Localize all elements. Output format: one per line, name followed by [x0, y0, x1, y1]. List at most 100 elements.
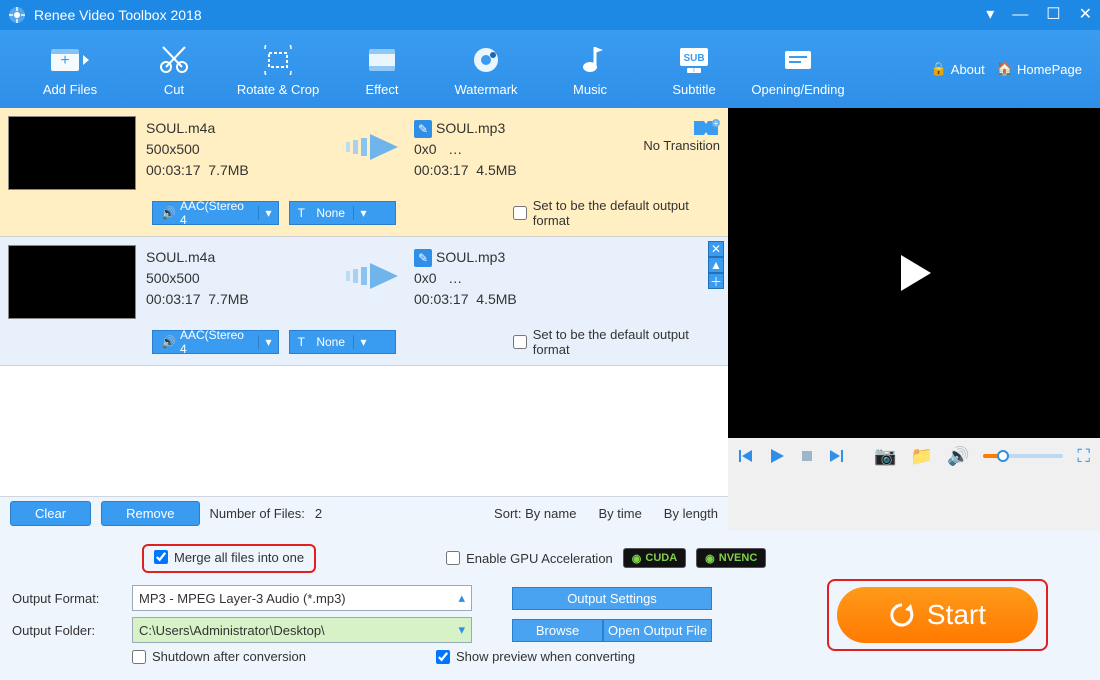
music-icon — [577, 42, 603, 78]
file-count-value: 2 — [315, 506, 322, 521]
homepage-link[interactable]: 🏠 HomePage — [997, 61, 1082, 77]
about-link[interactable]: 🔒 About — [931, 61, 985, 77]
subtitle-select[interactable]: T None ▾ — [289, 330, 396, 354]
output-folder-select[interactable]: C:\Users\Administrator\Desktop\ ▾ — [132, 617, 472, 643]
tool-music[interactable]: Music — [538, 42, 642, 97]
default-format-checkbox[interactable]: Set to be the default output format — [513, 327, 724, 357]
transition-column: ✕ ▲ ＋ — [600, 241, 724, 247]
list-footer: Clear Remove Number of Files: 2 Sort: By… — [0, 496, 728, 530]
show-preview-checkbox[interactable]: Show preview when converting — [436, 649, 635, 664]
tool-opening-ending[interactable]: Opening/Ending — [746, 42, 850, 97]
item-moveup-button[interactable]: ▲ — [708, 257, 724, 273]
tool-subtitle[interactable]: SUBT Subtitle — [642, 42, 746, 97]
merge-input[interactable] — [154, 550, 168, 564]
close-button[interactable]: ✕ — [1079, 7, 1092, 23]
open-output-file-button[interactable]: Open Output File — [603, 619, 712, 642]
add-files-icon: + — [49, 42, 91, 78]
tool-watermark[interactable]: Watermark — [434, 42, 538, 97]
input-resolution: 500x500 — [146, 139, 334, 160]
shutdown-input[interactable] — [132, 650, 146, 664]
app-window: Renee Video Toolbox 2018 ▾ — ☐ ✕ + Add F… — [0, 0, 1100, 680]
shutdown-label: Shutdown after conversion — [152, 649, 306, 664]
tool-cut[interactable]: Cut — [122, 42, 226, 97]
menu-dropdown-icon[interactable]: ▾ — [986, 7, 994, 23]
refresh-icon — [889, 602, 915, 628]
merge-highlight: Merge all files into one — [142, 544, 316, 574]
convert-arrow-icon — [340, 241, 408, 291]
edit-output-icon[interactable]: ✎ — [414, 120, 432, 138]
file-item[interactable]: SOUL.m4a 500x500 00:03:17 7.7MB ✎SOUL.mp… — [0, 108, 728, 237]
volume-slider[interactable] — [983, 454, 1063, 458]
cut-icon — [157, 42, 191, 78]
text-icon: T — [298, 335, 305, 349]
output-format-value: MP3 - MPEG Layer-3 Audio (*.mp3) — [139, 591, 346, 606]
sort-by-name[interactable]: By name — [525, 506, 576, 521]
clear-button[interactable]: Clear — [10, 501, 91, 526]
output-more[interactable]: … — [448, 270, 462, 286]
app-title: Renee Video Toolbox 2018 — [34, 7, 986, 23]
subtitle-icon: SUBT — [677, 42, 711, 78]
tool-effect[interactable]: Effect — [330, 42, 434, 97]
subtitle-value: None — [316, 206, 345, 220]
preview-video[interactable] — [728, 108, 1100, 438]
item-remove-button[interactable]: ✕ — [708, 241, 724, 257]
maximize-button[interactable]: ☐ — [1046, 7, 1060, 23]
output-size: 4.5MB — [476, 162, 516, 178]
open-folder-button[interactable]: 📁 — [911, 446, 933, 467]
merge-checkbox[interactable]: Merge all files into one — [154, 550, 304, 565]
output-filename: SOUL.mp3 — [436, 118, 505, 139]
audio-codec-select[interactable]: 🔊AAC(Stereo 4 ▾ — [152, 201, 279, 225]
transition-column: + No Transition — [600, 112, 724, 153]
volume-icon[interactable]: 🔊 — [947, 446, 969, 467]
watermark-icon — [469, 42, 503, 78]
window-controls: ▾ — ☐ ✕ — [986, 7, 1092, 23]
default-format-checkbox[interactable]: Set to be the default output format — [513, 198, 724, 228]
remove-button[interactable]: Remove — [101, 501, 199, 526]
browse-button[interactable]: Browse — [512, 619, 603, 642]
gpu-input[interactable] — [446, 551, 460, 565]
thumbnail — [8, 116, 136, 190]
item-add-button[interactable]: ＋ — [708, 273, 724, 289]
start-highlight: Start — [827, 579, 1048, 651]
input-filename: SOUL.m4a — [146, 247, 334, 268]
input-meta: SOUL.m4a 500x500 00:03:17 7.7MB — [146, 241, 334, 310]
gpu-checkbox[interactable]: Enable GPU Acceleration — [446, 551, 613, 566]
start-button[interactable]: Start — [837, 587, 1038, 643]
default-format-input[interactable] — [513, 206, 527, 220]
play-button[interactable] — [768, 447, 786, 465]
show-preview-input[interactable] — [436, 650, 450, 664]
output-more[interactable]: … — [448, 141, 462, 157]
audio-codec-select[interactable]: 🔊AAC(Stereo 4 ▾ — [152, 330, 279, 354]
edit-output-icon[interactable]: ✎ — [414, 249, 432, 267]
subtitle-select[interactable]: T None ▾ — [289, 201, 396, 225]
main-toolbar: + Add Files Cut Rotate & Crop Effect Wat… — [0, 30, 1100, 108]
minimize-button[interactable]: — — [1012, 7, 1028, 23]
file-item[interactable]: SOUL.m4a 500x500 00:03:17 7.7MB ✎SOUL.mp… — [0, 237, 728, 366]
tool-add-files[interactable]: + Add Files — [18, 42, 122, 97]
prev-button[interactable] — [738, 448, 754, 464]
stop-button[interactable] — [800, 449, 814, 463]
file-controls: 🔊AAC(Stereo 4 ▾ T None ▾ Set to be the d… — [4, 323, 724, 359]
sort-by-length[interactable]: By length — [664, 506, 718, 521]
output-size: 4.5MB — [476, 291, 516, 307]
homepage-label: HomePage — [1017, 62, 1082, 77]
output-format-select[interactable]: MP3 - MPEG Layer-3 Audio (*.mp3) ▴ — [132, 585, 472, 611]
output-settings-button[interactable]: Output Settings — [512, 587, 712, 610]
tool-label: Cut — [164, 82, 184, 97]
output-resolution: 0x0 — [414, 270, 437, 286]
settings-panel: Merge all files into one Enable GPU Acce… — [0, 530, 1100, 680]
transition-icon[interactable]: + — [692, 118, 720, 138]
tool-label: Opening/Ending — [751, 82, 844, 97]
next-button[interactable] — [828, 448, 844, 464]
fullscreen-button[interactable]: ⛶ — [1077, 446, 1090, 467]
shutdown-checkbox[interactable]: Shutdown after conversion — [132, 649, 306, 664]
snapshot-button[interactable]: 📷 — [874, 446, 896, 467]
default-format-input[interactable] — [513, 335, 527, 349]
file-count-label: Number of Files: — [210, 506, 305, 521]
chevron-down-icon: ▾ — [258, 206, 277, 220]
sort-options: Sort: By name By time By length — [494, 506, 718, 521]
chevron-down-icon: ▾ — [258, 335, 277, 349]
sort-by-time[interactable]: By time — [598, 506, 641, 521]
tool-rotate-crop[interactable]: Rotate & Crop — [226, 42, 330, 97]
output-filename: SOUL.mp3 — [436, 247, 505, 268]
